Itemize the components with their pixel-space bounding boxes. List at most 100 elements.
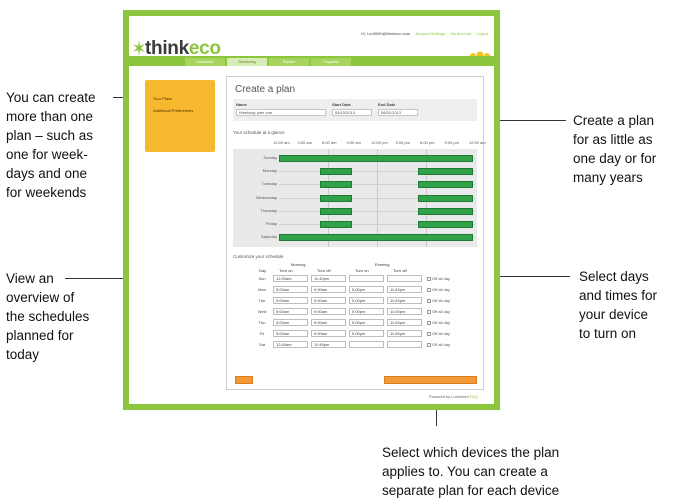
tab-scheduling[interactable]: Scheduling [227,58,267,66]
morning-header: Morning [291,262,306,267]
callout-devices: Select which devices the plan applies to… [382,443,559,500]
off-all-day-option[interactable]: Off all day [427,309,450,314]
evening-turn-off-field[interactable]: 11:45pm [387,319,422,326]
checkbox-icon[interactable] [427,287,431,292]
glance-day-label: Friday [265,221,277,226]
glance-day-label: Thursday [260,207,277,213]
evening-turn-off-field[interactable]: 11:45pm [387,286,422,293]
morning-turn-off-field[interactable]: 9:00am [311,330,346,337]
schedule-bar[interactable] [417,221,473,228]
morning-turn-off-field[interactable]: 11:45pm [311,275,346,282]
evening-turn-off-field[interactable]: 11:45pm [387,330,422,337]
plan-name-field[interactable]: Weekday plan one [236,109,326,116]
end-date-field[interactable]: 08/31/2013 [378,109,418,116]
callout-days-times: Select days and times for your device to… [579,267,657,343]
select-devices-button[interactable] [384,376,477,384]
day-label: Thu [258,320,266,325]
morning-turn-on-field[interactable]: 5:00am [273,319,308,326]
morning-turn-on-field[interactable]: 12:00am [273,341,308,348]
off-all-day-option[interactable]: Off all day [427,276,450,281]
morning-turn-off-field[interactable]: 9:00am [311,297,346,304]
schedule-bar[interactable] [417,168,473,176]
schedule-bar[interactable] [417,194,473,202]
callout-line: Select days [579,269,649,284]
checkbox-icon[interactable] [427,331,431,336]
evening-turn-off-field[interactable]: 11:45pm [387,308,422,315]
glance-title: Your schedule at a glance [233,130,285,135]
evening-turn-on-field[interactable]: 5:00pm [349,297,384,304]
cancel-button[interactable] [235,376,253,384]
time-tick-label: 3:00 am [297,140,312,145]
evening-turn-on-field[interactable]: 5:00pm [349,330,384,337]
evening-header: Evening [375,262,390,267]
schedule-bar[interactable] [319,181,353,189]
off-all-day-option[interactable]: Off all day [427,287,450,292]
checkbox-icon[interactable] [427,342,431,347]
callout-line: Create a plan [573,113,655,128]
checkbox-icon[interactable] [427,309,431,314]
callout-line: today [6,347,40,362]
schedule-bar[interactable] [319,168,353,176]
evening-turn-on-field[interactable]: 5:00pm [349,319,384,326]
morning-turn-on-field[interactable]: 5:00am [273,297,308,304]
evening-turn-on-field[interactable]: 5:00pm [349,308,384,315]
day-label: Fri [259,331,265,336]
checkbox-icon[interactable] [427,276,431,281]
schedule-bar[interactable] [319,194,353,202]
end-date-label: End Date [378,102,396,107]
callout-line: to turn on [579,326,637,341]
schedule-bar[interactable] [319,221,353,228]
off-all-day-option[interactable]: Off all day [427,320,450,325]
callout-line: separate plan for each device [382,483,560,498]
evening-turn-off-field[interactable] [387,341,422,348]
start-date-field[interactable]: 05/15/2013 [332,109,372,116]
evening-turn-on-field[interactable] [349,341,384,348]
faq-link[interactable]: FAQ [470,394,478,399]
off-all-day-option[interactable]: Off all day [427,331,450,336]
callout-line: Select which devices the plan [382,445,560,460]
morning-turn-off-field[interactable]: 11:45pm [311,341,346,348]
logout-link[interactable]: Logout [476,31,488,36]
tab-programs[interactable]: Programs [311,58,351,66]
morning-turn-on-field[interactable]: 5:00am [273,330,308,337]
account-settings-link[interactable]: Account Settings [415,31,445,36]
schedule-bar[interactable] [319,207,353,215]
sidebar-item-preferences[interactable]: Additional Preferences [153,108,193,113]
off-all-day-label: Off all day [432,309,450,314]
time-tick-label: 3:00 pm [395,140,410,145]
off-all-day-option[interactable]: Off all day [427,342,450,347]
off-all-day-option[interactable]: Off all day [427,298,450,303]
off-all-day-label: Off all day [432,287,450,292]
tab-reports[interactable]: Reports [269,58,309,66]
schedule-glance: 12:00 am 3:00 am 6:00 am 9:00 am 12:00 pm 3:0… [233,139,486,247]
schedule-bar[interactable] [417,207,473,215]
create-plan-panel: Create a plan Name Weekday plan one Star… [226,76,486,390]
tab-dashboard[interactable]: Dashboard [185,58,225,66]
evening-turn-off-field[interactable]: 11:45pm [387,297,422,304]
schedule-bar[interactable] [279,155,473,162]
callout-line: for weekends [6,185,87,200]
checkbox-icon[interactable] [427,320,431,325]
checkbox-icon[interactable] [427,298,431,303]
my-account-link[interactable]: My Account [450,31,471,36]
morning-turn-off-field[interactable]: 9:00am [311,319,346,326]
schedule-bar[interactable] [279,234,473,242]
morning-turn-off-field[interactable]: 9:00am [311,286,346,293]
plan-form: Name Weekday plan one Start Date 05/15/2… [233,99,477,121]
evening-turn-on-field[interactable] [349,275,384,282]
screenshot-frame: thinkeco Hi, Lori3000@thinkeco.com Accou… [123,10,500,410]
callout-line: the schedules [6,309,90,324]
morning-turn-off-field[interactable]: 9:00am [311,308,346,315]
sidebar-item-your-plans[interactable]: Your Plans [153,96,172,101]
callout-line: one day or for [573,151,657,166]
evening-turn-off-field[interactable] [387,275,422,282]
day-label: Tue [258,298,266,303]
morning-turn-on-field[interactable]: 5:00am [273,286,308,293]
evening-turn-on-field[interactable]: 5:00pm [349,286,384,293]
morning-turn-on-field[interactable]: 5:00am [273,308,308,315]
time-tick-label: 12:00 pm [371,140,388,145]
callout-line: one for week- [6,147,88,162]
callout-overview: View an overview of the schedules planne… [6,269,89,364]
morning-turn-on-field[interactable]: 12:00am [273,275,308,282]
schedule-bar[interactable] [417,181,473,189]
